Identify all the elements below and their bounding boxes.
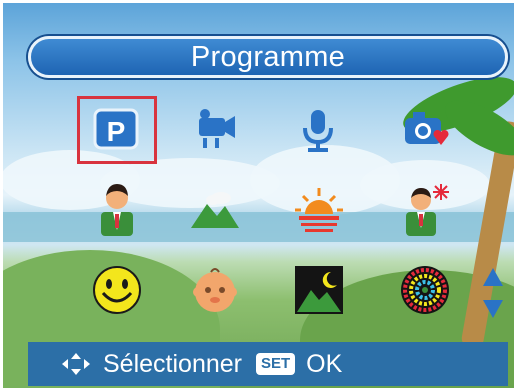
night-portrait-icon[interactable]: [395, 180, 455, 240]
sunset-icon[interactable]: [289, 180, 349, 240]
fireworks-icon[interactable]: [395, 260, 455, 320]
title-bar: Programme: [28, 36, 508, 78]
page-title: Programme: [190, 40, 346, 73]
footer-bar: Sélectionner SET OK: [28, 342, 508, 386]
landscape-icon[interactable]: [185, 180, 245, 240]
program-mode-icon[interactable]: P: [87, 100, 147, 160]
svg-text:P: P: [107, 116, 126, 147]
set-button-badge: SET: [255, 353, 296, 375]
portrait-icon[interactable]: [87, 180, 147, 240]
nav-arrows-icon: [61, 352, 91, 376]
select-hint-label: Sélectionner: [103, 349, 242, 378]
ok-label: OK: [306, 349, 343, 378]
favorite-camera-icon[interactable]: [395, 100, 455, 160]
scroll-down-icon[interactable]: [483, 300, 503, 318]
night-landscape-icon[interactable]: [289, 260, 349, 320]
child-icon[interactable]: [185, 260, 245, 320]
smile-icon[interactable]: [87, 260, 147, 320]
voice-record-icon[interactable]: [289, 100, 349, 160]
scroll-up-icon[interactable]: [483, 268, 503, 286]
camera-screen: Programme P Sélectionner SET OK: [0, 0, 517, 391]
movie-mode-icon[interactable]: [185, 100, 245, 160]
